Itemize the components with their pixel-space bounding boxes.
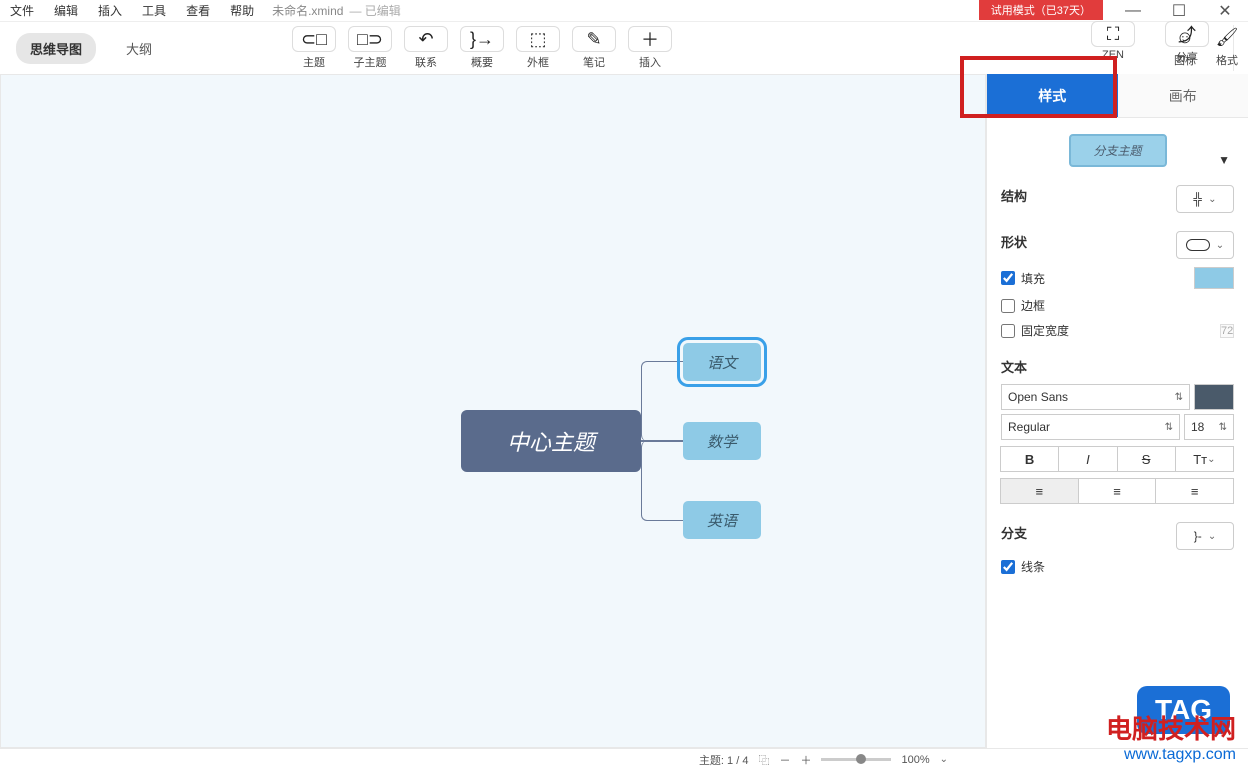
center-topic[interactable]: 中心主题 (461, 410, 641, 472)
branch-icon: }‑ (1194, 529, 1202, 543)
tool-format[interactable]: 🖌格式 (1206, 22, 1248, 74)
window-close[interactable]: ✕ (1202, 0, 1248, 22)
window-minimize[interactable]: — (1110, 0, 1156, 22)
note-icon: ✎ (572, 26, 616, 52)
side-tab-style[interactable]: 样式 (987, 74, 1118, 118)
subtopic-icon: □⊃ (348, 26, 392, 52)
document-status: — 已编辑 (349, 2, 400, 19)
shape-icon (1186, 239, 1210, 251)
section-text: 文本 (1001, 357, 1234, 376)
boundary-icon: ⬚ (516, 26, 560, 52)
zoom-value: 100% (901, 754, 929, 766)
section-shape: 形状 (1001, 232, 1027, 251)
zoom-slider[interactable] (821, 758, 891, 761)
tab-mindmap[interactable]: 思维导图 (16, 33, 96, 64)
section-structure: 结构 (1001, 186, 1027, 205)
connector (641, 441, 683, 521)
fixed-width-label: 固定宽度 (1021, 322, 1069, 339)
zoom-out[interactable]: － (779, 752, 790, 768)
menu-insert[interactable]: 插入 (88, 2, 132, 19)
window-maximize[interactable]: ☐ (1156, 0, 1202, 22)
status-bar: 主题: 1 / 4 ⿻ － ＋ 100% ⌄ (0, 748, 1248, 770)
italic-button[interactable]: I (1058, 446, 1117, 472)
subtopic-1[interactable]: 语文 (683, 343, 761, 381)
font-family-select[interactable]: Open Sans⇅ (1001, 384, 1190, 410)
fixed-width-checkbox[interactable] (1001, 324, 1015, 338)
connector (641, 440, 683, 442)
text-color-swatch[interactable] (1194, 384, 1234, 410)
width-input[interactable] (1220, 324, 1234, 338)
tool-insert[interactable]: ＋插入 (622, 24, 678, 72)
tab-outline[interactable]: 大纲 (112, 33, 166, 64)
zoom-in[interactable]: ＋ (800, 752, 811, 768)
brush-icon: 🖌 (1212, 24, 1242, 50)
menu-help[interactable]: 帮助 (220, 2, 264, 19)
line-checkbox[interactable] (1001, 560, 1015, 574)
branch-picker[interactable]: }‑⌄ (1176, 522, 1234, 550)
document-name: 未命名.xmind (272, 2, 343, 19)
side-tab-canvas[interactable]: 画布 (1118, 74, 1248, 118)
font-size-select[interactable]: 18⇅ (1184, 414, 1234, 440)
menu-tools[interactable]: 工具 (132, 2, 176, 19)
border-checkbox[interactable] (1001, 299, 1015, 313)
summary-icon: }→ (460, 26, 504, 52)
fill-label: 填充 (1021, 270, 1045, 287)
menu-file[interactable]: 文件 (0, 2, 44, 19)
border-label: 边框 (1021, 297, 1045, 314)
smiley-icon: ☺ (1170, 24, 1200, 50)
map-icon[interactable]: ⿻ (758, 752, 769, 768)
tool-zen[interactable]: ⛶ZEN (1085, 19, 1141, 77)
menu-view[interactable]: 查看 (176, 2, 220, 19)
tool-summary[interactable]: }→概要 (454, 24, 510, 72)
subtopic-3[interactable]: 英语 (683, 501, 761, 539)
strike-button[interactable]: S (1117, 446, 1176, 472)
zen-icon: ⛶ (1091, 21, 1135, 47)
structure-picker[interactable]: ╬⌄ (1176, 185, 1234, 213)
relation-icon: ↶ (404, 26, 448, 52)
trial-badge: 试用模式（已37天） (979, 0, 1103, 20)
subtopic-2[interactable]: 数学 (683, 422, 761, 460)
site-watermark: 电脑技术网 www.tagxp.com (1106, 709, 1236, 764)
shape-picker[interactable]: ⌄ (1176, 231, 1234, 259)
tool-relation[interactable]: ↶联系 (398, 24, 454, 72)
bold-button[interactable]: B (1000, 446, 1059, 472)
fill-checkbox[interactable] (1001, 271, 1015, 285)
tool-boundary[interactable]: ⬚外框 (510, 24, 566, 72)
font-weight-select[interactable]: Regular⇅ (1001, 414, 1180, 440)
structure-icon: ╬ (1194, 192, 1203, 206)
align-left-button[interactable]: ≡ (1000, 478, 1079, 504)
topic-icon: ⊂□ (292, 26, 336, 52)
line-label: 线条 (1021, 558, 1045, 575)
tool-icons[interactable]: ☺图标 (1164, 22, 1206, 74)
tool-subtopic[interactable]: □⊃子主题 (342, 24, 398, 72)
align-center-button[interactable]: ≡ (1078, 478, 1157, 504)
tool-topic[interactable]: ⊂□主题 (286, 24, 342, 72)
zoom-dropdown[interactable]: ⌄ (940, 754, 948, 765)
fill-swatch[interactable] (1194, 267, 1234, 289)
text-case-button[interactable]: Tᴛ ⌄ (1175, 446, 1234, 472)
topic-count: 主题: 1 / 4 (699, 752, 749, 768)
insert-icon: ＋ (628, 26, 672, 52)
tool-note[interactable]: ✎笔记 (566, 24, 622, 72)
section-branch: 分支 (1001, 523, 1027, 542)
connector (641, 361, 683, 441)
menu-edit[interactable]: 编辑 (44, 2, 88, 19)
format-panel: 样式 画布 分支主题 ▼ 结构 ╬⌄ 形状 ⌄ 填充 边框 固定宽度 文本 Op… (986, 74, 1248, 748)
canvas[interactable]: 中心主题 语文 数学 英语 (0, 74, 986, 748)
align-right-button[interactable]: ≡ (1155, 478, 1234, 504)
